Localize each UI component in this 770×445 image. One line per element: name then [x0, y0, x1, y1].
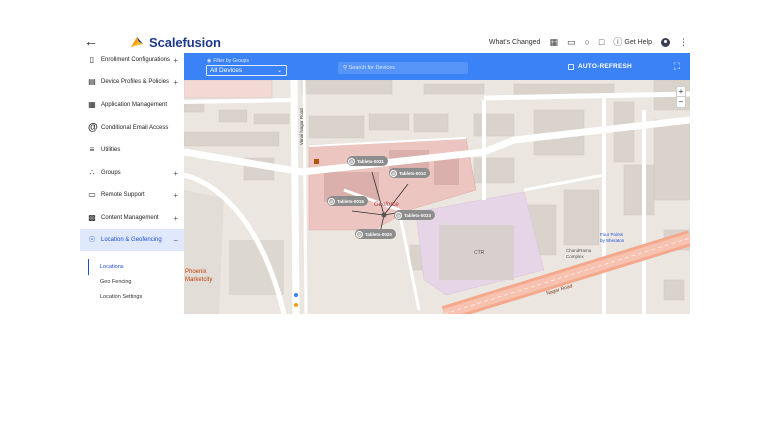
expand-plus-icon: + [173, 168, 178, 178]
sidebar-item-utilities[interactable]: ≡ Utilities [80, 139, 184, 161]
subitem-location-settings[interactable]: Location Settings [100, 294, 142, 300]
filter-label-text: Filter by Groups [213, 58, 249, 64]
device-marker-0023[interactable]: ⊘ Tablets-0023 [394, 210, 435, 220]
expand-plus-icon: + [173, 213, 178, 223]
tablet-icon: ⊘ [328, 197, 335, 205]
sidebar-item-groups[interactable]: ∴ Groups + [80, 162, 184, 184]
tablet-icon: ⊘ [348, 157, 355, 165]
subitem-locations[interactable]: Locations [100, 264, 124, 270]
user-avatar-icon[interactable] [661, 37, 670, 47]
device-marker-0010[interactable]: ⊘ Tablets-0010 [389, 168, 430, 178]
device-marker-0020[interactable]: ⊘ Tablets-0020 [355, 229, 396, 239]
get-help-label: Get Help [624, 38, 652, 46]
sidebar-item-label: Groups [101, 170, 121, 176]
clipboard-icon: ▤ [88, 77, 96, 86]
device-marker-label: Tablets-0020 [365, 231, 392, 237]
location-target-icon: ☉ [88, 235, 96, 244]
sidebar-item-device-profiles[interactable]: ▤ Device Profiles & Policies + [80, 71, 184, 93]
search-icon: ⚲ [343, 65, 348, 71]
tablet-icon: ⊘ [390, 169, 397, 177]
sidebar-item-label: Content Management [101, 215, 159, 221]
sidebar: ▯ Enrollment Configurations + ▤ Device P… [80, 53, 184, 314]
sidebar-item-conditional-email[interactable]: @ Conditional Email Access [80, 117, 184, 139]
groups-icon: ∴ [89, 168, 95, 177]
get-help-button[interactable]: ⓘ Get Help [613, 37, 652, 47]
map-view[interactable]: Vimal Nagar Road Geoforce CTR Phoenix Ma… [184, 80, 690, 314]
top-header: ← Scalefusion What's Changed ▦ ▭ ○ □ ⓘ G… [80, 31, 690, 53]
sidebar-item-label: Remote Support [101, 192, 145, 198]
device-marker-0016[interactable]: ⊘ Tablets-0016 [327, 196, 368, 206]
device-marker-label: Tablets-0023 [404, 212, 431, 218]
map-label-place-1: Phoenix Marketcity [185, 269, 213, 283]
auto-refresh-checkbox[interactable] [568, 63, 574, 70]
at-sign-icon: @ [88, 122, 98, 133]
sidebar-item-remote-support[interactable]: ▭ Remote Support + [80, 184, 184, 206]
expand-plus-icon: + [173, 55, 178, 65]
sidebar-item-label: Conditional Email Access [101, 125, 169, 131]
back-arrow-icon[interactable]: ← [84, 33, 98, 49]
group-filter-value: All Devices [210, 67, 243, 74]
cast-screen-icon[interactable]: ▭ [567, 37, 576, 47]
device-marker-0031[interactable]: ⊘ Tablets-0031 [347, 156, 388, 166]
sidebar-item-location-geofencing[interactable]: ☉ Location & Geofencing − [80, 229, 184, 251]
zoom-out-button[interactable]: − [677, 97, 685, 107]
fullscreen-expand-icon[interactable]: ⛶ [674, 61, 680, 72]
device-marker-label: Tablets-0016 [337, 198, 364, 204]
refresh-circle-icon[interactable]: ○ [584, 37, 589, 47]
map-canvas [184, 80, 690, 314]
zoom-in-button[interactable]: + [677, 87, 685, 97]
filter-label: ◉ Filter by Groups [207, 58, 249, 64]
map-label-center: Geoforce [374, 202, 399, 208]
apps-grid-icon: ▦ [88, 100, 96, 109]
sidebar-item-enrollment[interactable]: ▯ Enrollment Configurations + [80, 53, 184, 71]
expand-plus-icon: + [173, 77, 178, 87]
search-placeholder: Search for Devices [348, 65, 396, 71]
enrollment-icon: ▯ [89, 55, 95, 64]
more-vertical-icon[interactable]: ⋮ [679, 37, 688, 47]
sidebar-item-application-management[interactable]: ▦ Application Management [80, 94, 184, 116]
auto-refresh-toggle[interactable]: AUTO-REFRESH [568, 63, 632, 70]
sidebar-item-label: Device Profiles & Policies [101, 79, 170, 85]
active-subitem-indicator [88, 259, 89, 275]
scalefusion-logo-icon [131, 37, 143, 47]
device-marker-label: Tablets-0031 [357, 158, 384, 164]
eye-icon: ◉ [207, 58, 212, 64]
expand-plus-icon: + [173, 190, 178, 200]
sliders-icon: ≡ [89, 145, 95, 154]
help-circle-icon: ⓘ [613, 37, 623, 47]
group-filter-select[interactable]: All Devices ⌄ [206, 65, 287, 76]
tablet-icon: ⊘ [395, 211, 402, 219]
map-toolbar: ◉ Filter by Groups All Devices ⌄ ⚲ Searc… [184, 53, 690, 80]
map-label-place-3: Four Points by Sheraton [600, 232, 625, 243]
auto-refresh-label: AUTO-REFRESH [578, 63, 632, 70]
map-zoom-control: + − [676, 86, 686, 108]
device-marker-label: Tablets-0010 [399, 170, 426, 176]
device-search-input[interactable]: ⚲ Search for Devices [338, 62, 468, 74]
apps-grid-icon[interactable]: ▦ [549, 37, 558, 47]
sidebar-item-label: Location & Geofencing [101, 237, 162, 243]
subitem-geo-fencing[interactable]: Geo Fencing [100, 279, 132, 285]
chevron-down-icon: ⌄ [276, 68, 282, 74]
header-actions: What's Changed ▦ ▭ ○ □ ⓘ Get Help ⋮ [489, 34, 688, 50]
cast-icon: ▭ [88, 190, 96, 199]
map-label-place-2: ChandRama Complex [566, 248, 592, 259]
chat-icon[interactable]: □ [599, 37, 604, 47]
sidebar-item-label: Enrollment Configurations [101, 57, 171, 63]
whats-changed-link[interactable]: What's Changed [489, 39, 541, 46]
folder-icon: ▩ [88, 213, 96, 222]
tablet-icon: ⊘ [356, 230, 363, 238]
map-label-road-vertical: Vimal Nagar Road [299, 108, 304, 145]
sidebar-item-label: Application Management [101, 102, 168, 108]
collapse-minus-icon: − [173, 235, 178, 245]
map-label-building: CTR [474, 250, 485, 256]
brand-name: Scalefusion [149, 34, 221, 50]
brand[interactable]: Scalefusion [129, 32, 221, 52]
sidebar-item-content-management[interactable]: ▩ Content Management + [80, 207, 184, 229]
sidebar-item-label: Utilities [101, 147, 121, 153]
